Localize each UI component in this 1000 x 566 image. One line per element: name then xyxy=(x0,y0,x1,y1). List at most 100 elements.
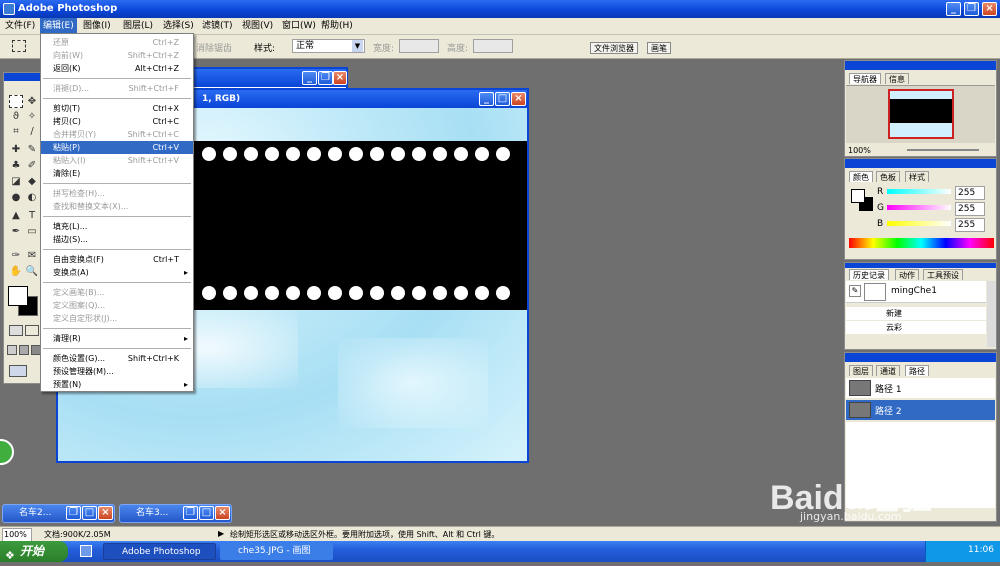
menu-window[interactable]: 窗口(W) xyxy=(279,18,319,35)
minimized-window[interactable]: 名车3... ❐ □ × xyxy=(119,504,232,523)
tab-styles[interactable]: 样式 xyxy=(905,171,929,182)
r-value[interactable]: 255 xyxy=(955,186,985,200)
lasso-tool-icon[interactable]: ϑ xyxy=(9,110,23,123)
foreground-color-swatch[interactable] xyxy=(851,189,865,203)
tab-channels[interactable]: 通道 xyxy=(876,365,900,376)
restore-icon[interactable]: ❐ xyxy=(964,2,979,16)
path-selection-icon[interactable]: ▲ xyxy=(9,209,23,222)
quick-launch-icon[interactable] xyxy=(80,545,92,557)
tab-swatches[interactable]: 色板 xyxy=(876,171,900,182)
hand-tool-icon[interactable]: ✋ xyxy=(9,265,23,278)
history-snapshot[interactable]: ✎ mingChe1 xyxy=(846,281,986,303)
minimize-icon[interactable]: _ xyxy=(302,71,317,85)
eraser-tool-icon[interactable]: ◪ xyxy=(9,175,23,188)
tab-file-browser[interactable]: 文件浏览器 xyxy=(590,42,638,54)
foreground-color-swatch[interactable] xyxy=(8,286,28,306)
tab-tool-presets[interactable]: 工具预设 xyxy=(923,269,963,280)
navigator-zoom[interactable]: 100% xyxy=(848,146,871,155)
tab-actions[interactable]: 动作 xyxy=(895,269,919,280)
notes-tool-icon[interactable]: ✉ xyxy=(25,249,39,262)
eyedropper-icon[interactable]: ✑ xyxy=(9,249,23,262)
navigator-thumbnail[interactable] xyxy=(888,89,954,139)
style-select[interactable]: 正常 ▼ xyxy=(292,39,365,53)
paint-bucket-icon[interactable]: ◆ xyxy=(25,175,39,188)
tab-color[interactable]: 颜色 xyxy=(849,171,873,182)
blur-tool-icon[interactable]: ● xyxy=(9,191,23,204)
restore-icon[interactable]: ❐ xyxy=(66,506,81,520)
menu-file[interactable]: 文件(F) xyxy=(2,18,38,35)
magic-wand-icon[interactable]: ✧ xyxy=(25,110,39,123)
menu-item[interactable]: 粘贴(P) Ctrl+V xyxy=(41,141,193,154)
path-row-selected[interactable]: 路径 2 xyxy=(846,400,995,420)
taskbar-task[interactable]: che35.JPG - 画图 xyxy=(220,543,333,560)
minimize-icon[interactable]: _ xyxy=(479,92,494,106)
marquee-tool-icon[interactable] xyxy=(9,95,23,108)
menu-item[interactable]: 预设管理器(M)... xyxy=(41,365,193,378)
pen-tool-icon[interactable]: ✒ xyxy=(9,225,23,238)
quick-mask-icon[interactable] xyxy=(25,325,39,336)
close-icon[interactable]: × xyxy=(215,506,230,520)
color-spectrum-ramp[interactable] xyxy=(849,238,994,248)
jump-to-imageready-icon[interactable] xyxy=(9,365,27,377)
menu-item[interactable]: 描边(S)... xyxy=(41,233,193,246)
tab-brushes[interactable]: 画笔 xyxy=(647,42,671,54)
tab-paths[interactable]: 路径 xyxy=(905,365,929,376)
brush-tool-icon[interactable]: ✎ xyxy=(25,143,39,156)
document-window-back[interactable]: _ ❐ × xyxy=(186,67,348,89)
maximize-icon[interactable]: □ xyxy=(495,92,510,106)
dodge-tool-icon[interactable]: ◐ xyxy=(25,191,39,204)
b-slider[interactable] xyxy=(887,221,951,226)
zoom-slider[interactable] xyxy=(907,149,979,151)
menu-item[interactable]: 颜色设置(G)... Shift+Ctrl+K xyxy=(41,352,193,365)
standard-mode-icon[interactable] xyxy=(9,325,23,336)
clone-stamp-icon[interactable]: ♣ xyxy=(9,159,23,172)
close-icon[interactable]: × xyxy=(333,71,347,85)
screen-mode-standard-icon[interactable] xyxy=(7,345,17,355)
menu-item[interactable]: 拷贝(C) Ctrl+C xyxy=(41,115,193,128)
slice-tool-icon[interactable]: / xyxy=(25,125,39,138)
zoom-tool-icon[interactable]: 🔍 xyxy=(25,265,39,278)
menu-item[interactable]: 清理(R) ▸ xyxy=(41,332,193,345)
menu-filter[interactable]: 滤镜(T) xyxy=(199,18,236,35)
menu-view[interactable]: 视图(V) xyxy=(239,18,276,35)
screen-mode-menu-icon[interactable] xyxy=(19,345,29,355)
menu-item[interactable]: 填充(L)... xyxy=(41,220,193,233)
b-value[interactable]: 255 xyxy=(955,218,985,232)
width-field[interactable] xyxy=(399,39,439,53)
g-value[interactable]: 255 xyxy=(955,202,985,216)
maximize-icon[interactable]: □ xyxy=(199,506,214,520)
restore-icon[interactable]: ❐ xyxy=(318,71,333,85)
path-row[interactable]: 路径 1 xyxy=(846,378,995,398)
close-icon[interactable]: × xyxy=(98,506,113,520)
menu-item[interactable]: 清除(E) xyxy=(41,167,193,180)
menu-item[interactable]: 剪切(T) Ctrl+X xyxy=(41,102,193,115)
history-item[interactable]: 新建 xyxy=(846,307,986,320)
history-brush-icon[interactable]: ✐ xyxy=(25,159,39,172)
crop-tool-icon[interactable]: ⌗ xyxy=(9,125,23,138)
type-tool-icon[interactable]: T xyxy=(25,209,39,222)
shape-tool-icon[interactable]: ▭ xyxy=(25,225,39,238)
menu-item[interactable]: 自由变换点(F) Ctrl+T xyxy=(41,253,193,266)
minimized-window[interactable]: 名车2... ❐ □ × xyxy=(2,504,115,523)
close-icon[interactable]: × xyxy=(511,92,526,106)
r-slider[interactable] xyxy=(887,189,951,194)
healing-brush-icon[interactable]: ✚ xyxy=(9,143,23,156)
start-button[interactable]: ❖ 开始 xyxy=(0,541,68,562)
tab-navigator[interactable]: 导航器 xyxy=(849,73,881,84)
tab-history[interactable]: 历史记录 xyxy=(849,269,889,280)
scrollbar[interactable] xyxy=(987,281,996,347)
minimize-icon[interactable]: _ xyxy=(946,2,961,16)
height-field[interactable] xyxy=(473,39,513,53)
tab-layers[interactable]: 图层 xyxy=(849,365,873,376)
menu-item[interactable]: 返回(K) Alt+Ctrl+Z xyxy=(41,62,193,75)
close-icon[interactable]: × xyxy=(982,2,997,16)
taskbar-task[interactable]: Adobe Photoshop xyxy=(103,543,216,560)
menu-help[interactable]: 帮助(H) xyxy=(318,18,356,35)
menu-item[interactable]: 预置(N) ▸ xyxy=(41,378,193,391)
marquee-preset-icon[interactable] xyxy=(12,40,26,52)
status-zoom[interactable]: 100% xyxy=(2,528,32,542)
maximize-icon[interactable]: □ xyxy=(82,506,97,520)
history-item[interactable]: 云彩 xyxy=(846,321,986,334)
g-slider[interactable] xyxy=(887,205,951,210)
move-tool-icon[interactable]: ✥ xyxy=(25,95,39,108)
